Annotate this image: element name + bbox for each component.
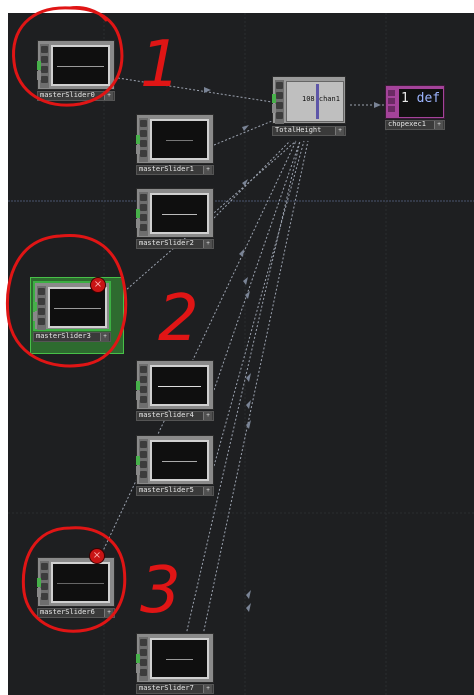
annotation-label-2: 2 <box>158 282 199 356</box>
annotation-circle-1 <box>12 6 124 107</box>
annotation-label-3: 3 <box>140 554 181 628</box>
annotation-label-1: 1 <box>140 28 181 102</box>
annotation-circle-3 <box>21 526 127 633</box>
annotation-layer: 1 2 3 <box>5 6 199 633</box>
annotation-circle-2 <box>5 233 128 368</box>
